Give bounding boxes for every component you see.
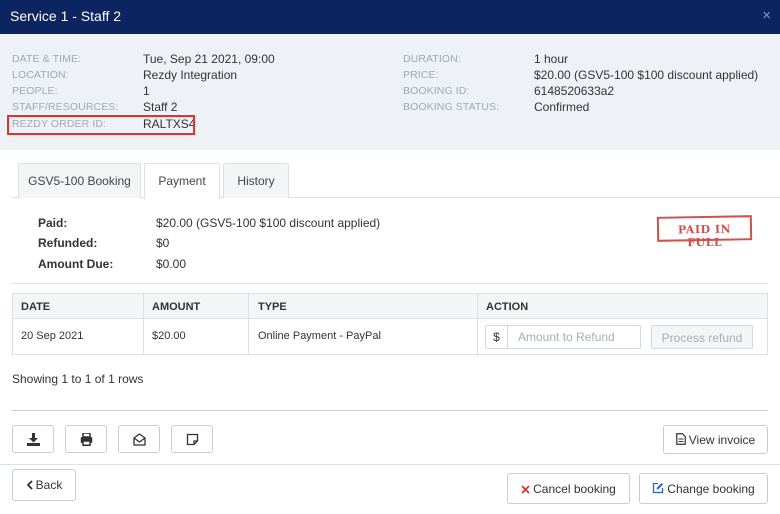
- tab-booking[interactable]: GSV5-100 Booking: [18, 163, 141, 198]
- paid-value: $20.00 (GSV5-100 $100 discount applied): [156, 216, 381, 230]
- col-action-header: ACTION: [486, 301, 529, 313]
- duration-label: DURATION:: [403, 53, 461, 65]
- price-label: PRICE:: [403, 69, 439, 81]
- col-amount-header: AMOUNT: [152, 301, 201, 313]
- row-type: Online Payment - PayPal: [258, 330, 381, 342]
- email-icon: [133, 433, 146, 446]
- price-value: $20.00 (GSV5-100 $100 discount applied): [534, 68, 759, 82]
- booking-status-label: BOOKING STATUS:: [403, 101, 500, 113]
- date-time-value: Tue, Sep 21 2021, 09:00: [143, 52, 275, 66]
- table-header: DATE AMOUNT TYPE ACTION: [12, 293, 768, 319]
- note-button[interactable]: [171, 425, 213, 453]
- back-button[interactable]: Back: [12, 469, 76, 501]
- refunded-label: Refunded:: [38, 236, 98, 250]
- amount-due-value: $0.00: [156, 257, 187, 271]
- col-type-header: TYPE: [258, 301, 287, 313]
- col-date-header: DATE: [21, 301, 51, 313]
- tab-history[interactable]: History: [223, 163, 289, 198]
- edit-icon: [653, 482, 664, 494]
- people-value: 1: [143, 84, 150, 98]
- summary-divider: [12, 283, 768, 284]
- duration-value: 1 hour: [534, 52, 569, 66]
- view-invoice-label: View invoice: [688, 433, 756, 447]
- row-date: 20 Sep 2021: [21, 330, 84, 342]
- process-refund-button[interactable]: Process refund: [651, 325, 753, 349]
- row-amount: $20.00: [152, 330, 186, 342]
- cancel-booking-label: Cancel booking: [533, 482, 616, 496]
- tab-payment[interactable]: Payment: [144, 163, 220, 199]
- back-label: Back: [35, 478, 63, 492]
- booking-details-panel: DATE & TIME: Tue, Sep 21 2021, 09:00 LOC…: [0, 34, 780, 150]
- amount-due-label: Amount Due:: [38, 257, 114, 271]
- chevron-left-icon: [26, 480, 33, 490]
- column-divider: [143, 294, 144, 318]
- modal-header: Service 1 - Staff 2 ×: [0, 0, 780, 34]
- email-button[interactable]: [118, 425, 160, 453]
- order-id-highlight: [7, 115, 195, 135]
- column-divider: [477, 294, 478, 318]
- staff-label: STAFF/RESOURCES:: [12, 101, 119, 113]
- print-icon: [80, 433, 93, 446]
- column-divider: [248, 319, 249, 354]
- change-booking-label: Change booking: [667, 482, 755, 496]
- people-label: PEOPLE:: [12, 85, 58, 97]
- column-divider: [143, 319, 144, 354]
- staff-value: Staff 2: [143, 100, 178, 114]
- date-time-label: DATE & TIME:: [12, 53, 82, 65]
- download-button[interactable]: [12, 425, 54, 453]
- column-divider: [477, 319, 478, 354]
- cancel-booking-button[interactable]: Cancel booking: [507, 473, 630, 504]
- tab-payment-label: Payment: [158, 174, 206, 188]
- refunded-value: $0: [156, 236, 170, 250]
- pagination-info: Showing 1 to 1 of 1 rows: [12, 372, 144, 386]
- file-icon: [675, 433, 686, 445]
- paid-in-full-stamp: PAID IN FULL: [656, 215, 753, 249]
- refund-amount-group: $: [485, 325, 641, 349]
- booking-id-label: BOOKING ID:: [403, 85, 470, 97]
- tab-history-label: History: [237, 174, 275, 188]
- currency-addon: $: [486, 326, 508, 348]
- location-label: LOCATION:: [12, 69, 69, 81]
- toolbar-divider: [12, 410, 768, 411]
- location-value: Rezdy Integration: [143, 68, 238, 82]
- tab-booking-label: GSV5-100 Booking: [28, 174, 131, 188]
- booking-status-value: Confirmed: [534, 100, 590, 114]
- cross-icon: [521, 485, 530, 494]
- modal-title: Service 1 - Staff 2: [10, 8, 122, 24]
- footer-divider: [0, 464, 780, 465]
- change-booking-button[interactable]: Change booking: [639, 473, 768, 504]
- note-icon: [186, 433, 199, 446]
- booking-id-value: 6148520633a2: [534, 84, 615, 98]
- view-invoice-button[interactable]: View invoice: [663, 425, 768, 454]
- refund-amount-input[interactable]: [509, 326, 640, 348]
- close-icon[interactable]: ×: [762, 7, 771, 24]
- print-button[interactable]: [65, 425, 107, 453]
- column-divider: [248, 294, 249, 318]
- paid-label: Paid:: [38, 216, 68, 230]
- download-icon: [27, 433, 40, 446]
